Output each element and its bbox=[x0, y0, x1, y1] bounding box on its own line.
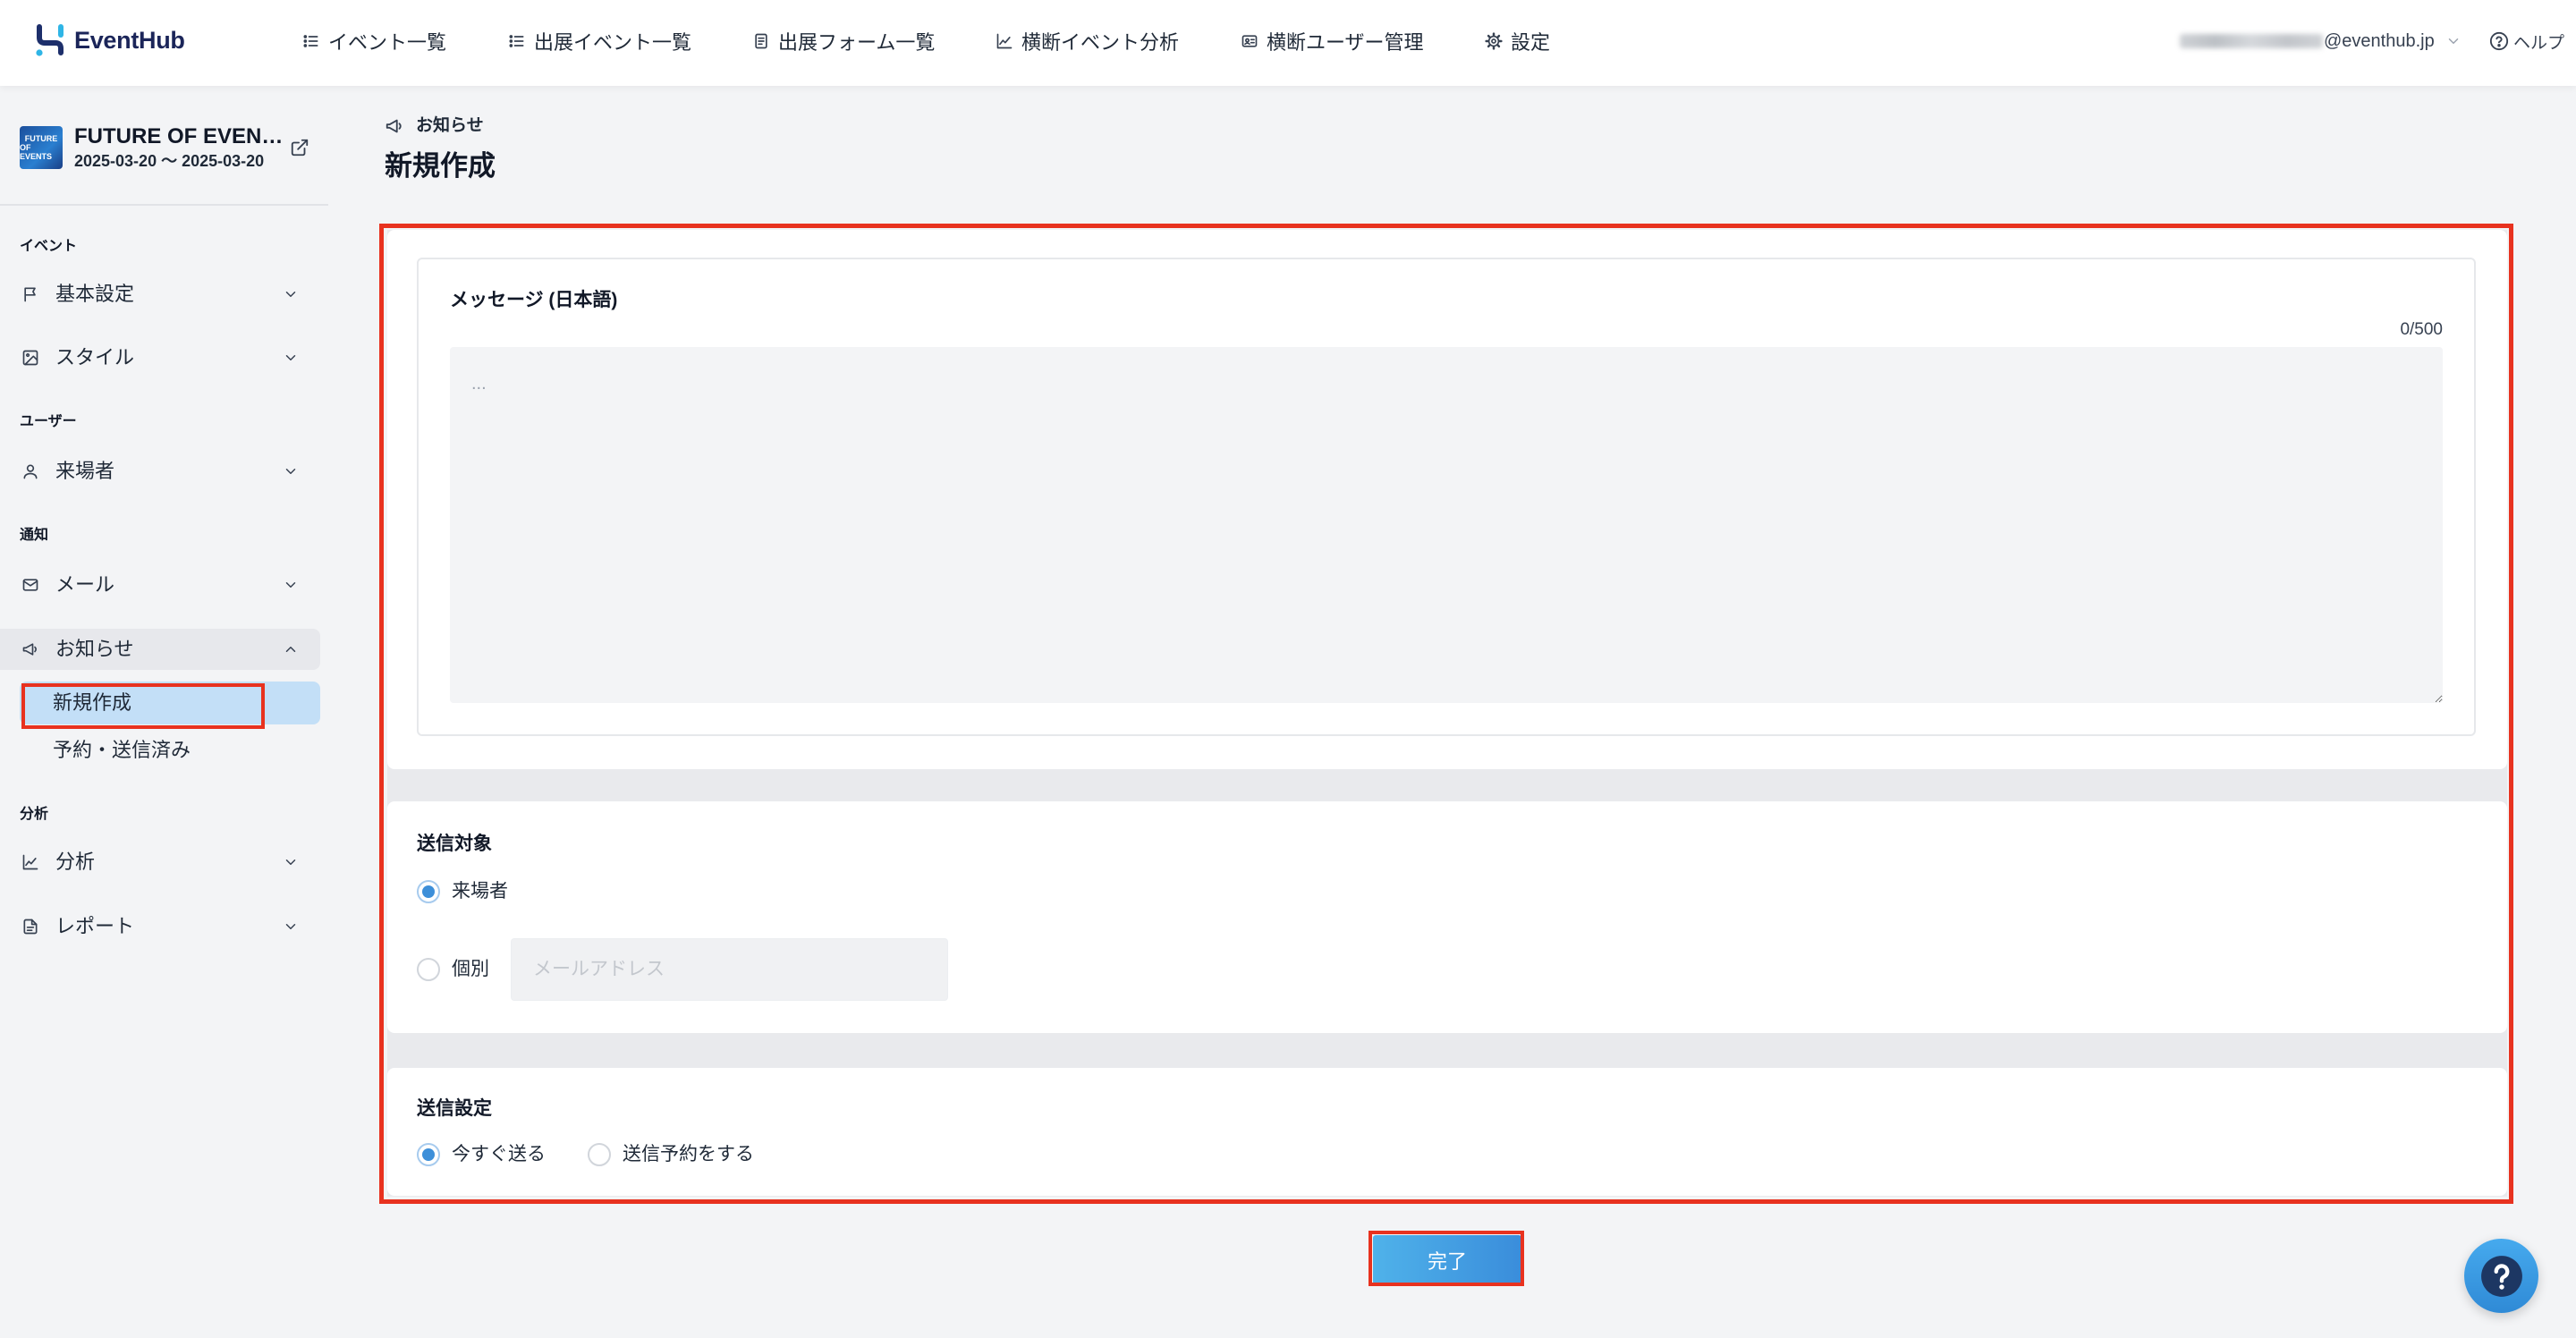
sidebar-item-visitors[interactable]: 来場者 bbox=[0, 450, 320, 493]
external-link-icon[interactable] bbox=[290, 138, 309, 157]
image-icon bbox=[22, 350, 38, 366]
brand-name: EventHub bbox=[74, 26, 185, 54]
report-icon bbox=[23, 919, 38, 935]
sidebar-item-report[interactable]: レポート bbox=[0, 905, 320, 948]
help-link[interactable]: ヘルプ bbox=[2489, 23, 2564, 59]
sidebar-section-heading: 通知 bbox=[20, 528, 49, 543]
id-card-icon bbox=[1241, 35, 1258, 47]
thumbnail-text: FUTURE bbox=[24, 134, 58, 143]
megaphone-icon bbox=[22, 643, 37, 656]
nav-label: 設定 bbox=[1511, 31, 1551, 54]
sidebar-item-label: メール bbox=[55, 573, 115, 596]
chevron-down-icon bbox=[285, 582, 296, 588]
email-address-input[interactable] bbox=[511, 938, 948, 1001]
flag-icon bbox=[24, 287, 36, 302]
sidebar-item-basic-settings[interactable]: 基本設定 bbox=[0, 273, 320, 316]
list-icon bbox=[303, 35, 318, 47]
radio-label-visitors[interactable]: 来場者 bbox=[452, 880, 508, 903]
event-title: FUTURE OF EVEN… bbox=[74, 124, 284, 148]
nav-label: 出展イベント一覧 bbox=[534, 31, 692, 54]
radio-send-now[interactable] bbox=[417, 1143, 440, 1166]
sidebar-divider bbox=[0, 204, 328, 206]
form-icon bbox=[755, 33, 767, 49]
breadcrumb[interactable]: お知らせ bbox=[416, 116, 484, 136]
nav-cross-user-management[interactable]: 横断ユーザー管理 bbox=[1241, 23, 1424, 59]
sidebar-item-label: お知らせ bbox=[55, 638, 134, 660]
sidebar-item-announcements[interactable]: お知らせ bbox=[0, 629, 320, 670]
brand-logo[interactable]: EventHub bbox=[33, 21, 185, 59]
sidebar-section-heading: ユーザー bbox=[20, 414, 77, 429]
radio-label-individual[interactable]: 個別 bbox=[452, 958, 489, 981]
radio-visitors[interactable] bbox=[417, 880, 440, 903]
nav-exhibit-event-list[interactable]: 出展イベント一覧 bbox=[508, 23, 691, 59]
chevron-down-icon bbox=[285, 469, 296, 474]
page-title: 新規作成 bbox=[385, 150, 496, 182]
submit-button[interactable]: 完了 bbox=[1373, 1235, 1521, 1284]
character-counter: 0/500 bbox=[2400, 320, 2443, 339]
chevron-up-icon bbox=[285, 647, 296, 652]
sidebar-subitem-label: 予約・送信済み bbox=[53, 739, 191, 761]
line-chart-icon bbox=[22, 854, 38, 870]
event-thumbnail: FUTURE OF EVENTS bbox=[20, 126, 63, 169]
help-fab-button[interactable] bbox=[2464, 1239, 2538, 1313]
sidebar-item-style[interactable]: スタイル bbox=[0, 336, 320, 379]
nav-settings[interactable]: 設定 bbox=[1485, 23, 1550, 59]
chevron-down-icon bbox=[285, 292, 296, 297]
app-root: EventHub イベント一覧 出展イベント一覧 出展フォーム一覧 横断イベント… bbox=[0, 0, 2576, 1338]
mail-icon bbox=[22, 579, 38, 591]
chevron-down-icon bbox=[285, 860, 296, 865]
top-header: EventHub イベント一覧 出展イベント一覧 出展フォーム一覧 横断イベント… bbox=[0, 0, 2576, 86]
sidebar-item-mail[interactable]: メール bbox=[0, 563, 320, 606]
radio-label-send-now[interactable]: 今すぐ送る bbox=[452, 1143, 546, 1166]
sidebar-section-heading: イベント bbox=[20, 239, 78, 254]
help-label: ヘルプ bbox=[2513, 33, 2565, 53]
nav-event-list[interactable]: イベント一覧 bbox=[302, 23, 446, 59]
help-circle-icon bbox=[2489, 31, 2509, 51]
nav-label: イベント一覧 bbox=[328, 31, 447, 54]
thumbnail-text: OF EVENTS bbox=[20, 143, 53, 161]
sidebar-subitem-new[interactable]: 新規作成 bbox=[20, 682, 320, 724]
sidebar-subitem-label: 新規作成 bbox=[53, 691, 132, 714]
megaphone-icon bbox=[386, 119, 402, 133]
radio-label-schedule[interactable]: 送信予約をする bbox=[623, 1143, 754, 1166]
line-chart-icon bbox=[996, 33, 1013, 49]
account-menu[interactable]: @eventhub.jp bbox=[2180, 23, 2462, 59]
chevron-down-icon bbox=[285, 924, 296, 929]
nav-label: 横断ユーザー管理 bbox=[1267, 31, 1424, 54]
sidebar-item-label: 基本設定 bbox=[55, 283, 135, 305]
sidebar-section-heading: 分析 bbox=[20, 807, 49, 822]
account-email-domain: @eventhub.jp bbox=[2324, 30, 2435, 51]
sidebar-item-label: 来場者 bbox=[55, 460, 115, 482]
nav-exhibit-form-list[interactable]: 出展フォーム一覧 bbox=[752, 23, 935, 59]
sidebar-item-label: スタイル bbox=[55, 346, 135, 368]
gear-icon bbox=[1485, 32, 1503, 50]
schedule-card bbox=[387, 1068, 2507, 1196]
sidebar-item-label: レポート bbox=[55, 915, 135, 937]
radio-schedule[interactable] bbox=[588, 1143, 611, 1166]
event-dates: 2025-03-20 〜 2025-03-20 bbox=[74, 152, 265, 170]
chevron-down-icon bbox=[285, 355, 296, 360]
nav-cross-event-analytics[interactable]: 横断イベント分析 bbox=[996, 23, 1179, 59]
nav-label: 横断イベント分析 bbox=[1021, 31, 1180, 54]
list-icon bbox=[509, 35, 524, 47]
user-icon bbox=[23, 464, 38, 479]
eventhub-logo-icon bbox=[36, 24, 64, 56]
question-icon bbox=[2480, 1255, 2522, 1297]
sidebar-subitem-scheduled-sent[interactable]: 予約・送信済み bbox=[20, 729, 320, 772]
email-redacted bbox=[2180, 34, 2323, 48]
nav-label: 出展フォーム一覧 bbox=[778, 31, 936, 54]
chevron-down-icon bbox=[2448, 38, 2458, 44]
sidebar-item-label: 分析 bbox=[55, 851, 96, 873]
radio-individual[interactable] bbox=[417, 958, 440, 981]
message-label: メッセージ (日本語) bbox=[450, 290, 618, 310]
recipients-label: 送信対象 bbox=[417, 834, 492, 854]
message-textarea[interactable] bbox=[450, 347, 2443, 703]
sidebar-item-analytics[interactable]: 分析 bbox=[0, 841, 320, 884]
schedule-label: 送信設定 bbox=[417, 1098, 492, 1119]
